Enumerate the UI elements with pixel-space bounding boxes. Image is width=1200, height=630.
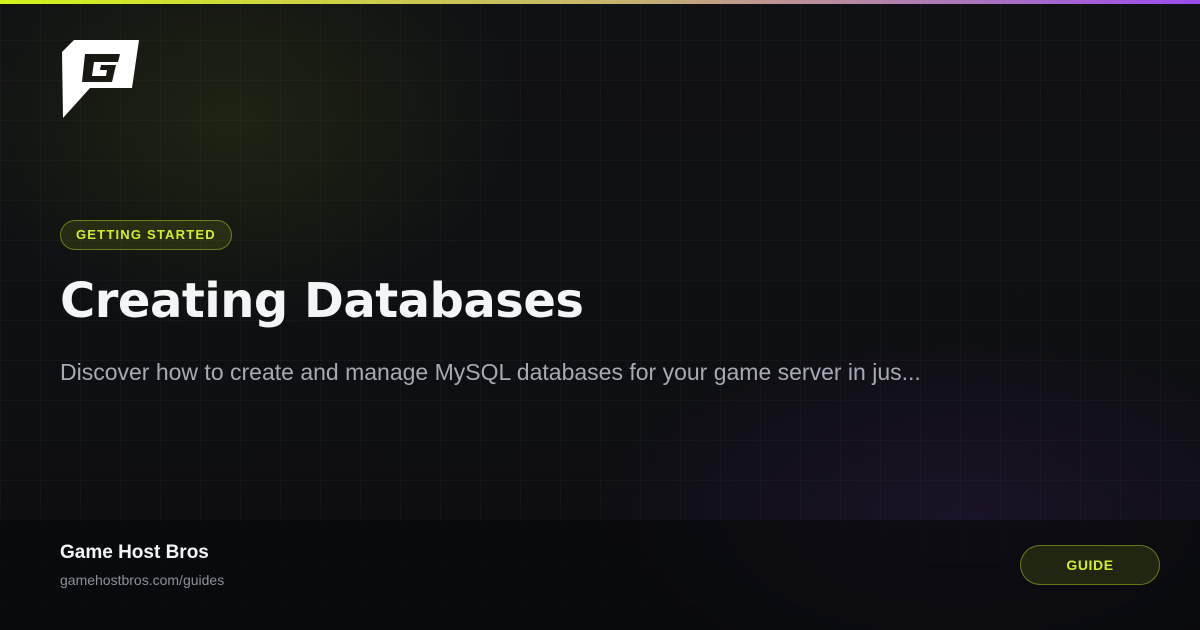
game-host-bros-g-logo-icon bbox=[62, 40, 139, 118]
brand-name: Game Host Bros bbox=[60, 542, 209, 563]
guide-button[interactable]: GUIDE bbox=[1020, 545, 1160, 585]
category-badge: GETTING STARTED bbox=[60, 220, 232, 250]
guide-description: Discover how to create and manage MySQL … bbox=[60, 359, 921, 385]
top-gradient-bar bbox=[0, 0, 1200, 4]
og-card: GETTING STARTED Creating Databases Disco… bbox=[0, 0, 1200, 630]
brand-url[interactable]: gamehostbros.com/guides bbox=[60, 571, 224, 589]
page-title: Creating Databases bbox=[60, 273, 584, 329]
